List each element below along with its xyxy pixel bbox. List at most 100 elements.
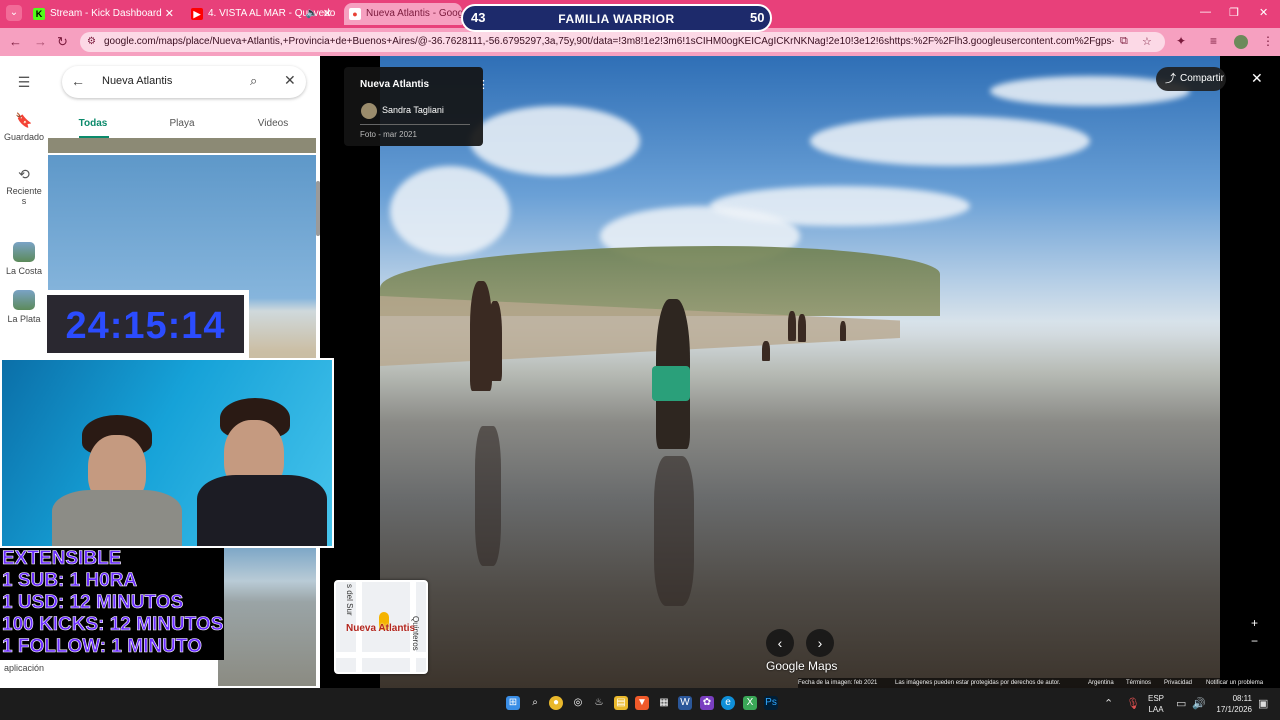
terms-link[interactable]: Términos (1126, 678, 1151, 688)
minimap[interactable]: s del Sur Quinteros Nueva Atlantis (334, 580, 428, 674)
divider (360, 124, 470, 125)
rules-line: EXTENSIBLE (2, 548, 122, 570)
goal-counter-overlay: 43 FAMILIA WARRIOR 50 (461, 4, 772, 32)
subathon-rules-overlay: EXTENSIBLE 1 SUB: 1 H0RA 1 USD: 12 MINUT… (0, 548, 224, 660)
install-app-icon[interactable]: ⧉ (1120, 35, 1128, 48)
get-app-label[interactable]: aplicación (4, 663, 44, 673)
minimize-icon[interactable]: — (1200, 6, 1211, 18)
edge-icon[interactable]: e (721, 696, 735, 710)
tab-todas[interactable]: Todas (58, 118, 128, 129)
keyboard-layout: LAA (1148, 705, 1164, 714)
author-name[interactable]: Sandra Tagliani (382, 105, 444, 115)
saved-button[interactable]: 🔖 Guardado (0, 112, 48, 142)
microphone-icon[interactable]: 🎙 (1126, 697, 1140, 710)
close-tab-icon[interactable]: ✕ (323, 3, 332, 25)
reading-list-icon[interactable]: ≡ (1210, 34, 1217, 48)
search-icon[interactable]: ⌕ (250, 73, 257, 89)
menu-button[interactable]: ☰ (0, 74, 48, 94)
back-arrow-icon[interactable]: ← (71, 73, 85, 89)
steam-icon[interactable]: ♨ (592, 696, 606, 710)
photo-thumbnail[interactable] (48, 138, 316, 153)
profile-avatar[interactable] (1234, 35, 1248, 49)
calculator-icon[interactable]: ▦ (657, 696, 671, 710)
zoom-in-icon[interactable]: + (1251, 616, 1258, 630)
search-input[interactable]: Nueva Atlantis (102, 75, 172, 87)
rail-item-la-costa[interactable]: La Costa (0, 242, 48, 276)
close-tab-icon[interactable]: ✕ (165, 3, 174, 25)
search-icon[interactable]: ⌕ (528, 696, 542, 710)
tab-playa[interactable]: Playa (147, 118, 217, 129)
image-date: Fecha de la imagen: feb 2021 (798, 680, 878, 686)
next-photo-button[interactable]: › (806, 629, 834, 657)
country-label[interactable]: Argentina (1088, 678, 1114, 688)
reload-icon[interactable]: ↻ (57, 34, 68, 50)
zoom-out-icon[interactable]: − (1251, 634, 1258, 648)
browser-menu-icon[interactable]: ⋮ (1262, 34, 1274, 48)
volume-icon[interactable]: 🔊 (1192, 697, 1206, 710)
extensions-icon[interactable]: ✦ (1176, 34, 1186, 48)
windows-taskbar: ⊞ ⌕ ● ◎ ♨ ▤ ▼ ▦ W ✿ e X Ps ⌃ 🎙 ESP LAA ▭… (0, 688, 1280, 720)
privacy-link[interactable]: Privacidad (1164, 678, 1192, 688)
search-box[interactable]: ← Nueva Atlantis ⌕ ✕ (62, 66, 306, 98)
language-code: ESP (1148, 694, 1165, 703)
chrome-icon[interactable]: ● (549, 696, 563, 710)
start-icon[interactable]: ⊞ (506, 696, 520, 710)
obs-icon[interactable]: ◎ (571, 696, 585, 710)
hamburger-icon: ☰ (17, 74, 31, 90)
close-viewer-icon[interactable]: ✕ (1251, 70, 1263, 87)
photo-date: Foto - mar 2021 (360, 130, 417, 139)
maps-icon: ● (349, 8, 361, 20)
bookmark-icon: 🔖 (15, 112, 33, 128)
forward-icon[interactable]: → (34, 34, 47, 50)
notifications-icon[interactable]: ▣ (1258, 697, 1268, 710)
tray-overflow-icon[interactable]: ⌃ (1104, 697, 1113, 710)
tab-label: Stream - Kick Dashboard (50, 8, 162, 19)
url-text[interactable]: google.com/maps/place/Nueva+Atlantis,+Pr… (104, 32, 1114, 52)
share-button[interactable]: ⤴ Compartir (1156, 67, 1226, 91)
word-icon[interactable]: W (678, 696, 692, 710)
teams-icon[interactable]: ✿ (700, 696, 714, 710)
maximize-icon[interactable]: ❐ (1229, 6, 1239, 19)
system-clock[interactable]: 08:11 17/1/2026 (1210, 693, 1252, 715)
more-options-icon[interactable]: ⋮ (478, 78, 489, 91)
share-icon: ⤴ (1165, 73, 1176, 85)
tab-label: Nueva Atlantis - Google M (366, 8, 462, 19)
recent-button[interactable]: ⟲ Reciente s (0, 166, 48, 206)
rail-item-label: La Costa (5, 266, 43, 276)
brave-icon[interactable]: ▼ (635, 696, 649, 710)
tab-youtube[interactable]: ▶ 4. VISTA AL MAR - Quevedo 🔈 ✕ (186, 3, 338, 25)
tab-search-button[interactable]: ⌄ (6, 5, 22, 21)
counter-title: FAMILIA WARRIOR (558, 12, 675, 26)
author-avatar[interactable] (361, 103, 377, 119)
file-explorer-icon[interactable]: ▤ (614, 696, 628, 710)
rules-line: 1 FOLLOW: 1 MINUTO (2, 636, 202, 658)
tab-kick-dashboard[interactable]: K Stream - Kick Dashboard ✕ (28, 3, 180, 25)
webcam-overlay (0, 358, 334, 548)
place-thumbnail (13, 290, 35, 310)
place-title[interactable]: Nueva Atlantis (360, 79, 429, 90)
rules-line: 100 KICKS: 12 MINUTOS (2, 614, 224, 636)
counter-right-value: 50 (750, 10, 765, 25)
rail-item-la-plata[interactable]: La Plata (0, 290, 48, 324)
audio-icon[interactable]: 🔈 (306, 3, 318, 25)
photo-thumbnail[interactable] (218, 546, 316, 686)
clear-search-icon[interactable]: ✕ (284, 72, 296, 89)
report-problem-link[interactable]: Notificar un problema (1206, 678, 1263, 688)
back-icon[interactable]: ← (9, 34, 22, 50)
previous-photo-button[interactable]: ‹ (766, 629, 794, 657)
photoshop-icon[interactable]: Ps (764, 696, 778, 710)
site-info-icon[interactable]: ⚙ (87, 36, 99, 48)
beach-photo[interactable] (380, 56, 1220, 688)
language-indicator[interactable]: ESP LAA (1148, 693, 1164, 715)
tab-videos[interactable]: Videos (238, 118, 308, 129)
photo-viewer: Nueva Atlantis ⋮ Sandra Tagliani Foto - … (320, 56, 1280, 688)
chevron-right-icon: › (817, 635, 823, 651)
window-close-icon[interactable]: ✕ (1259, 6, 1268, 19)
rules-line: 1 USD: 12 MINUTOS (2, 592, 184, 614)
copyright-notice: Las imágenes pueden estar protegidas por… (895, 680, 1061, 686)
network-icon[interactable]: ▭ (1176, 697, 1186, 710)
bookmark-star-icon[interactable]: ☆ (1142, 35, 1152, 48)
tab-google-maps[interactable]: ● Nueva Atlantis - Google M (344, 3, 462, 25)
address-bar[interactable]: ⚙ google.com/maps/place/Nueva+Atlantis,+… (80, 32, 1165, 52)
excel-icon[interactable]: X (743, 696, 757, 710)
